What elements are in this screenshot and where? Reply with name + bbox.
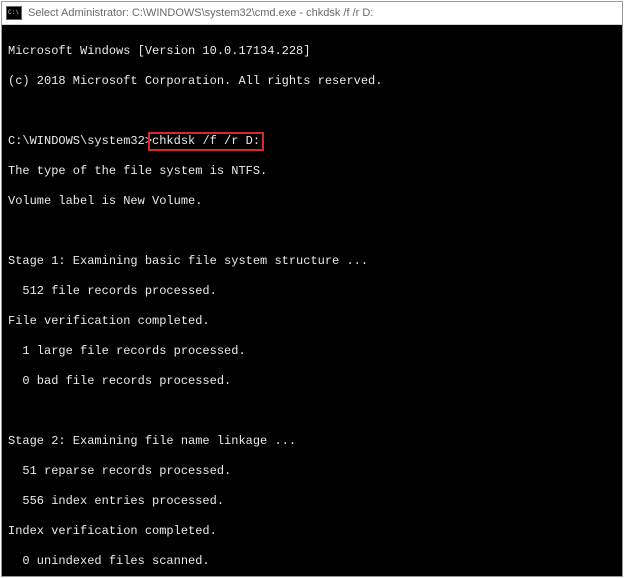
prompt-line: C:\WINDOWS\system32>chkdsk /f /r D: <box>8 134 616 149</box>
output-line: (c) 2018 Microsoft Corporation. All righ… <box>8 74 616 89</box>
output-line: Microsoft Windows [Version 10.0.17134.22… <box>8 44 616 59</box>
output-line: 51 reparse records processed. <box>8 464 616 479</box>
output-line: 556 index entries processed. <box>8 494 616 509</box>
cmd-window: Select Administrator: C:\WINDOWS\system3… <box>2 2 622 576</box>
output-line: File verification completed. <box>8 314 616 329</box>
window-titlebar[interactable]: Select Administrator: C:\WINDOWS\system3… <box>2 2 622 25</box>
prompt-path: C:\WINDOWS\system32> <box>8 134 152 148</box>
stage-header: Stage 1: Examining basic file system str… <box>8 254 616 269</box>
window-title: Select Administrator: C:\WINDOWS\system3… <box>28 7 373 19</box>
blank-line <box>8 104 616 119</box>
output-line: Volume label is New Volume. <box>8 194 616 209</box>
cmd-icon <box>6 6 22 20</box>
stage-header: Stage 2: Examining file name linkage ... <box>8 434 616 449</box>
command-highlight: chkdsk /f /r D: <box>150 134 262 149</box>
blank-line <box>8 404 616 419</box>
output-line: 512 file records processed. <box>8 284 616 299</box>
output-line: 0 unindexed files scanned. <box>8 554 616 569</box>
output-line: 1 large file records processed. <box>8 344 616 359</box>
terminal-output[interactable]: Microsoft Windows [Version 10.0.17134.22… <box>2 25 622 576</box>
output-line: The type of the file system is NTFS. <box>8 164 616 179</box>
output-line: Index verification completed. <box>8 524 616 539</box>
output-line: 0 bad file records processed. <box>8 374 616 389</box>
blank-line <box>8 224 616 239</box>
